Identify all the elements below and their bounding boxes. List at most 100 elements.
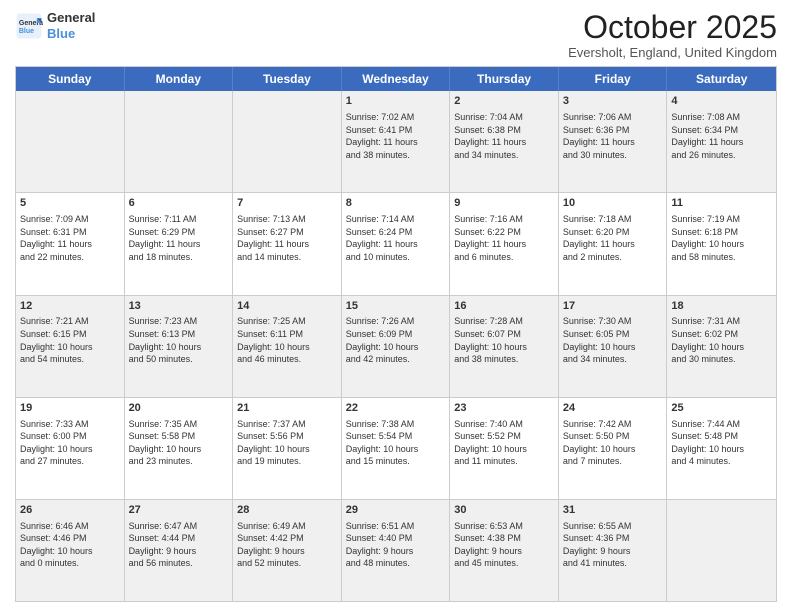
- day-number: 16: [454, 299, 554, 314]
- logo-icon: General Blue: [15, 12, 43, 40]
- calendar-cell: 27 Sunrise: 6:47 AM Sunset: 4:44 PM Dayli…: [125, 500, 234, 601]
- calendar-cell: 19Sunrise: 7:33 AM Sunset: 6:00 PM Dayli…: [16, 398, 125, 499]
- cell-text: Sunrise: 7:23 AM Sunset: 6:13 PM Dayligh…: [129, 315, 229, 365]
- calendar-row-3: 19Sunrise: 7:33 AM Sunset: 6:00 PM Dayli…: [16, 397, 776, 499]
- calendar-cell: 9 Sunrise: 7:16 AM Sunset: 6:22 PM Daylig…: [450, 193, 559, 294]
- day-number: 20: [129, 401, 229, 416]
- day-number: 24: [563, 401, 663, 416]
- cell-text: Sunrise: 7:09 AM Sunset: 6:31 PM Dayligh…: [20, 213, 120, 263]
- day-number: 11: [671, 196, 772, 211]
- calendar-cell: [16, 91, 125, 192]
- title-block: October 2025 Eversholt, England, United …: [568, 10, 777, 60]
- cell-text: Sunrise: 7:37 AM Sunset: 5:56 PM Dayligh…: [237, 418, 337, 468]
- cell-text: Sunrise: 7:42 AM Sunset: 5:50 PM Dayligh…: [563, 418, 663, 468]
- cell-text: Sunrise: 7:04 AM Sunset: 6:38 PM Dayligh…: [454, 111, 554, 161]
- calendar-cell: 29Sunrise: 6:51 AM Sunset: 4:40 PM Dayli…: [342, 500, 451, 601]
- day-number: 1: [346, 94, 446, 109]
- calendar-cell: 12Sunrise: 7:21 AM Sunset: 6:15 PM Dayli…: [16, 296, 125, 397]
- calendar-cell: 15Sunrise: 7:26 AM Sunset: 6:09 PM Dayli…: [342, 296, 451, 397]
- cell-text: Sunrise: 7:21 AM Sunset: 6:15 PM Dayligh…: [20, 315, 120, 365]
- calendar-cell: 23 Sunrise: 7:40 AM Sunset: 5:52 PM Dayli…: [450, 398, 559, 499]
- location: Eversholt, England, United Kingdom: [568, 45, 777, 60]
- cell-text: Sunrise: 6:53 AM Sunset: 4:38 PM Dayligh…: [454, 520, 554, 570]
- day-number: 26: [20, 503, 120, 518]
- logo-line2: Blue: [47, 26, 75, 41]
- cell-text: Sunrise: 7:25 AM Sunset: 6:11 PM Dayligh…: [237, 315, 337, 365]
- cell-text: Sunrise: 7:44 AM Sunset: 5:48 PM Dayligh…: [671, 418, 772, 468]
- cell-text: Sunrise: 7:38 AM Sunset: 5:54 PM Dayligh…: [346, 418, 446, 468]
- cell-text: Sunrise: 7:08 AM Sunset: 6:34 PM Dayligh…: [671, 111, 772, 161]
- day-number: 18: [671, 299, 772, 314]
- cell-text: Sunrise: 7:16 AM Sunset: 6:22 PM Dayligh…: [454, 213, 554, 263]
- calendar-cell: 13Sunrise: 7:23 AM Sunset: 6:13 PM Dayli…: [125, 296, 234, 397]
- calendar-body: 1 Sunrise: 7:02 AM Sunset: 6:41 PM Daylig…: [16, 91, 776, 601]
- calendar-cell: 2 Sunrise: 7:04 AM Sunset: 6:38 PM Daylig…: [450, 91, 559, 192]
- day-number: 2: [454, 94, 554, 109]
- calendar-header: SundayMondayTuesdayWednesdayThursdayFrid…: [16, 67, 776, 91]
- logo-text: General Blue: [47, 10, 95, 41]
- calendar-cell: 17Sunrise: 7:30 AM Sunset: 6:05 PM Dayli…: [559, 296, 668, 397]
- cell-text: Sunrise: 6:51 AM Sunset: 4:40 PM Dayligh…: [346, 520, 446, 570]
- cell-text: Sunrise: 6:55 AM Sunset: 4:36 PM Dayligh…: [563, 520, 663, 570]
- calendar-cell: 30Sunrise: 6:53 AM Sunset: 4:38 PM Dayli…: [450, 500, 559, 601]
- day-number: 5: [20, 196, 120, 211]
- day-number: 6: [129, 196, 229, 211]
- header-day-thursday: Thursday: [450, 67, 559, 91]
- day-number: 27: [129, 503, 229, 518]
- cell-text: Sunrise: 7:31 AM Sunset: 6:02 PM Dayligh…: [671, 315, 772, 365]
- day-number: 7: [237, 196, 337, 211]
- day-number: 25: [671, 401, 772, 416]
- day-number: 12: [20, 299, 120, 314]
- cell-text: Sunrise: 7:26 AM Sunset: 6:09 PM Dayligh…: [346, 315, 446, 365]
- calendar-cell: 6 Sunrise: 7:11 AM Sunset: 6:29 PM Daylig…: [125, 193, 234, 294]
- cell-text: Sunrise: 7:11 AM Sunset: 6:29 PM Dayligh…: [129, 213, 229, 263]
- calendar-cell: 1 Sunrise: 7:02 AM Sunset: 6:41 PM Daylig…: [342, 91, 451, 192]
- day-number: 14: [237, 299, 337, 314]
- day-number: 22: [346, 401, 446, 416]
- header-day-tuesday: Tuesday: [233, 67, 342, 91]
- calendar-cell: 22 Sunrise: 7:38 AM Sunset: 5:54 PM Dayli…: [342, 398, 451, 499]
- header-day-saturday: Saturday: [667, 67, 776, 91]
- day-number: 28: [237, 503, 337, 518]
- day-number: 8: [346, 196, 446, 211]
- header-day-friday: Friday: [559, 67, 668, 91]
- day-number: 23: [454, 401, 554, 416]
- calendar-cell: 11 Sunrise: 7:19 AM Sunset: 6:18 PM Dayli…: [667, 193, 776, 294]
- cell-text: Sunrise: 7:06 AM Sunset: 6:36 PM Dayligh…: [563, 111, 663, 161]
- svg-text:Blue: Blue: [19, 28, 34, 35]
- day-number: 10: [563, 196, 663, 211]
- day-number: 4: [671, 94, 772, 109]
- cell-text: Sunrise: 7:02 AM Sunset: 6:41 PM Dayligh…: [346, 111, 446, 161]
- day-number: 21: [237, 401, 337, 416]
- cell-text: Sunrise: 7:19 AM Sunset: 6:18 PM Dayligh…: [671, 213, 772, 263]
- page: General Blue General Blue October 2025 E…: [0, 0, 792, 612]
- cell-text: Sunrise: 6:47 AM Sunset: 4:44 PM Dayligh…: [129, 520, 229, 570]
- calendar-cell: 25 Sunrise: 7:44 AM Sunset: 5:48 PM Dayli…: [667, 398, 776, 499]
- calendar-cell: 24 Sunrise: 7:42 AM Sunset: 5:50 PM Dayli…: [559, 398, 668, 499]
- cell-text: Sunrise: 7:18 AM Sunset: 6:20 PM Dayligh…: [563, 213, 663, 263]
- calendar-cell: [233, 91, 342, 192]
- calendar-cell: 28 Sunrise: 6:49 AM Sunset: 4:42 PM Dayli…: [233, 500, 342, 601]
- day-number: 17: [563, 299, 663, 314]
- calendar-cell: 3Sunrise: 7:06 AM Sunset: 6:36 PM Daylig…: [559, 91, 668, 192]
- calendar-row-2: 12Sunrise: 7:21 AM Sunset: 6:15 PM Dayli…: [16, 295, 776, 397]
- calendar-cell: 4 Sunrise: 7:08 AM Sunset: 6:34 PM Daylig…: [667, 91, 776, 192]
- calendar-cell: 8 Sunrise: 7:14 AM Sunset: 6:24 PM Daylig…: [342, 193, 451, 294]
- calendar-cell: 20Sunrise: 7:35 AM Sunset: 5:58 PM Dayli…: [125, 398, 234, 499]
- cell-text: Sunrise: 6:46 AM Sunset: 4:46 PM Dayligh…: [20, 520, 120, 570]
- calendar-cell: 10 Sunrise: 7:18 AM Sunset: 6:20 PM Dayli…: [559, 193, 668, 294]
- calendar-cell: [667, 500, 776, 601]
- header-day-monday: Monday: [125, 67, 234, 91]
- calendar-cell: 16Sunrise: 7:28 AM Sunset: 6:07 PM Dayli…: [450, 296, 559, 397]
- calendar-cell: 21 Sunrise: 7:37 AM Sunset: 5:56 PM Dayli…: [233, 398, 342, 499]
- month-title: October 2025: [568, 10, 777, 45]
- day-number: 9: [454, 196, 554, 211]
- cell-text: Sunrise: 7:14 AM Sunset: 6:24 PM Dayligh…: [346, 213, 446, 263]
- cell-text: Sunrise: 7:40 AM Sunset: 5:52 PM Dayligh…: [454, 418, 554, 468]
- cell-text: Sunrise: 7:30 AM Sunset: 6:05 PM Dayligh…: [563, 315, 663, 365]
- calendar-cell: 31Sunrise: 6:55 AM Sunset: 4:36 PM Dayli…: [559, 500, 668, 601]
- cell-text: Sunrise: 6:49 AM Sunset: 4:42 PM Dayligh…: [237, 520, 337, 570]
- calendar-cell: [125, 91, 234, 192]
- header-day-wednesday: Wednesday: [342, 67, 451, 91]
- calendar: SundayMondayTuesdayWednesdayThursdayFrid…: [15, 66, 777, 602]
